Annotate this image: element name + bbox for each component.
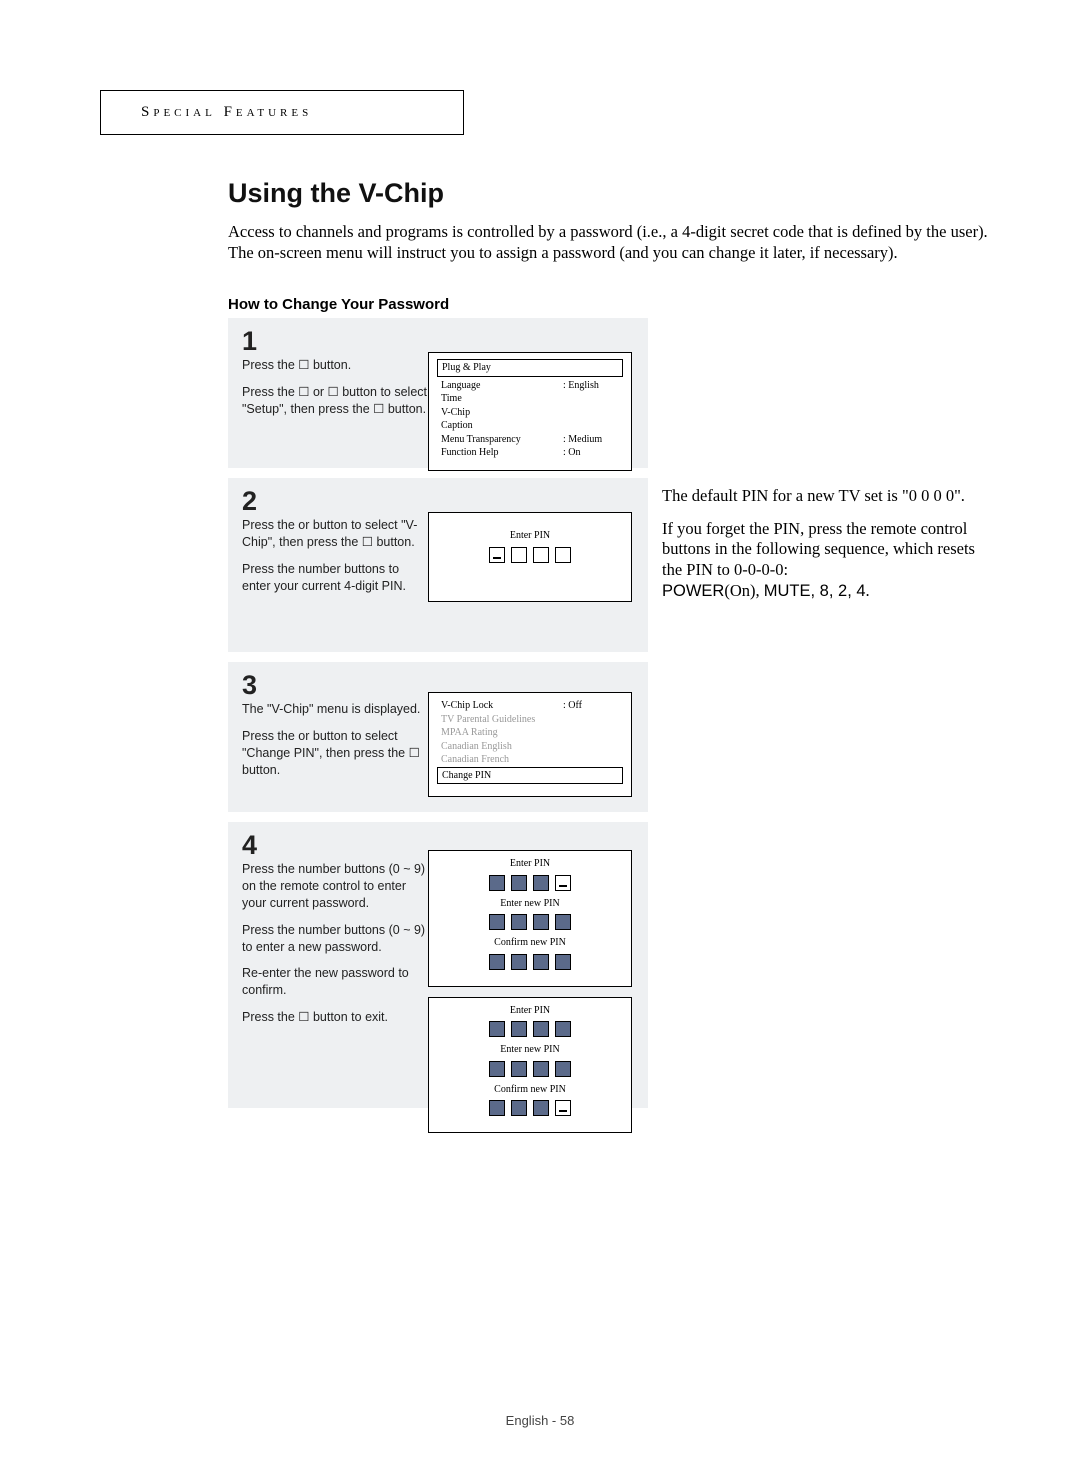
osd-row: Time [437, 392, 623, 406]
osd-enter-pin: Enter PIN [428, 512, 632, 602]
step-3-text: 3 The "V-Chip" menu is displayed. Press … [242, 672, 428, 789]
pin-box [555, 875, 571, 891]
step-3: 3 The "V-Chip" menu is displayed. Press … [228, 662, 648, 812]
pin-label: Enter PIN [437, 529, 623, 543]
osd-pin-panel-b: Enter PIN Enter new PIN Confirm new PIN [428, 997, 632, 1134]
steps-column: 1 Press the ☐ button. Press the ☐ or ☐ b… [228, 318, 648, 1118]
page-title: Using the V-Chip [228, 178, 444, 209]
step-line: Press the number buttons to enter your c… [242, 561, 428, 595]
pin-box [555, 547, 571, 563]
pin-box [511, 1021, 527, 1037]
step-line: Press the or button to select "V-Chip", … [242, 517, 428, 551]
pin-box [555, 1100, 571, 1116]
osd-selected-row: Change PIN [437, 767, 623, 785]
note-default-pin: The default PIN for a new TV set is "0 0… [662, 486, 987, 507]
osd-vchip: V-Chip Lock: Off TV Parental Guidelines … [428, 692, 632, 797]
section-header-box: Special Features [100, 90, 464, 135]
step-line: Re-enter the new password to confirm. [242, 965, 428, 999]
osd-pin-stack: Enter PIN Enter new PIN Confirm new PIN … [428, 850, 632, 1133]
pin-box [533, 875, 549, 891]
pin-box [533, 1100, 549, 1116]
osd-pin-panel-a: Enter PIN Enter new PIN Confirm new PIN [428, 850, 632, 987]
osd-row: MPAA Rating [437, 726, 623, 740]
pin-box [489, 1100, 505, 1116]
osd-row: Language: English [437, 379, 623, 393]
osd-row: Caption [437, 419, 623, 433]
pin-box [555, 914, 571, 930]
step-1: 1 Press the ☐ button. Press the ☐ or ☐ b… [228, 318, 648, 468]
pin-box [555, 954, 571, 970]
pin-row [437, 547, 623, 563]
step-line: Press the ☐ button. [242, 357, 428, 374]
osd-row: V-Chip Lock: Off [437, 699, 623, 713]
step-line: Press the ☐ button to exit. [242, 1009, 428, 1026]
pin-box [511, 1061, 527, 1077]
step-number: 4 [242, 832, 428, 859]
osd-row: Canadian English [437, 740, 623, 754]
pin-box [533, 914, 549, 930]
step-line: The "V-Chip" menu is displayed. [242, 701, 428, 718]
pin-box [489, 547, 505, 563]
osd-row: Canadian French [437, 753, 623, 767]
step-number: 2 [242, 488, 428, 515]
pin-box [489, 1021, 505, 1037]
step-2: 2 Press the or button to select "V-Chip"… [228, 478, 648, 652]
osd-setup: Plug & Play Language: English Time V-Chi… [428, 352, 632, 471]
step-number: 3 [242, 672, 428, 699]
step-2-text: 2 Press the or button to select "V-Chip"… [242, 488, 428, 605]
pin-box [533, 1021, 549, 1037]
osd-selected-row: Plug & Play [437, 359, 623, 377]
pin-box [489, 914, 505, 930]
intro-paragraph: Access to channels and programs is contr… [228, 222, 988, 263]
pin-box [533, 954, 549, 970]
pin-box [489, 954, 505, 970]
osd-row: V-Chip [437, 406, 623, 420]
osd-row: Function Help: On [437, 446, 623, 460]
pin-box [555, 1061, 571, 1077]
subsection-heading: How to Change Your Password [228, 296, 449, 313]
pin-box [511, 914, 527, 930]
osd-row: Menu Transparency: Medium [437, 433, 623, 447]
sidebar-notes: The default PIN for a new TV set is "0 0… [662, 486, 987, 613]
pin-box [511, 954, 527, 970]
pin-box [533, 1061, 549, 1077]
step-line: Press the or button to select "Change PI… [242, 728, 428, 779]
section-header-text: Special Features [141, 104, 312, 121]
step-4: 4 Press the number buttons (0 ~ 9) on th… [228, 822, 648, 1108]
step-number: 1 [242, 328, 428, 355]
pin-box [511, 875, 527, 891]
note-reset-pin: If you forget the PIN, press the remote … [662, 519, 987, 602]
step-line: Press the number buttons (0 ~ 9) to ente… [242, 922, 428, 956]
step-1-text: 1 Press the ☐ button. Press the ☐ or ☐ b… [242, 328, 428, 428]
page-footer: English - 58 [0, 1413, 1080, 1428]
step-4-text: 4 Press the number buttons (0 ~ 9) on th… [242, 832, 428, 1036]
step-line: Press the ☐ or ☐ button to select "Setup… [242, 384, 428, 418]
pin-box [511, 547, 527, 563]
pin-box [555, 1021, 571, 1037]
pin-box [489, 875, 505, 891]
pin-box [511, 1100, 527, 1116]
step-line: Press the number buttons (0 ~ 9) on the … [242, 861, 428, 912]
osd-row: TV Parental Guidelines [437, 713, 623, 727]
pin-box [489, 1061, 505, 1077]
pin-box [533, 547, 549, 563]
